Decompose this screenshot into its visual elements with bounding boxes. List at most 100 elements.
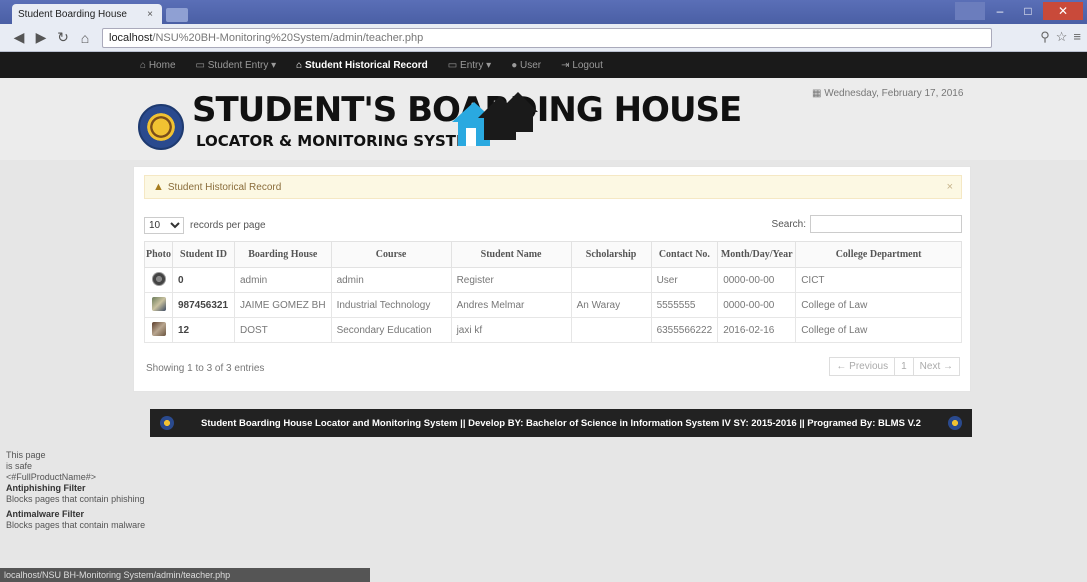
student-id-cell: 12 <box>172 317 235 343</box>
nav-logout[interactable]: ⇥ Logout <box>561 60 603 71</box>
col-student-name[interactable]: Student Name <box>450 241 572 268</box>
col-student-id[interactable]: Student ID <box>172 241 235 268</box>
next-page-button[interactable]: Next → <box>912 357 960 376</box>
tab-title: Student Boarding House <box>18 8 127 20</box>
logout-icon: ⇥ <box>561 59 573 71</box>
security-overlay: This page is safe <#FullProductName#> An… <box>6 450 145 531</box>
scholarship-cell <box>570 317 652 343</box>
col-scholarship[interactable]: Scholarship <box>570 241 652 268</box>
student-id-cell: 987456321 <box>172 292 235 318</box>
date-cell: 0000-00-00 <box>717 292 797 318</box>
previous-page-button[interactable]: ← Previous <box>829 357 896 376</box>
home-icon: ⌂ <box>140 59 149 71</box>
caret-down-icon: ▾ <box>483 59 492 71</box>
student-records-table: Photo Student ID Boarding House Course S… <box>144 241 962 343</box>
toolbar-actions: ⚲ ☆ ≡ <box>1040 29 1081 45</box>
nav-student-entry[interactable]: ▭ Student Entry ▾ <box>196 60 277 71</box>
profile-button[interactable] <box>955 2 985 20</box>
nav-home-label: Home <box>148 59 176 71</box>
boarding-house-cell: admin <box>234 267 332 293</box>
student-name-cell: jaxi kf <box>450 317 572 343</box>
nav-home[interactable]: ⌂ Home <box>140 60 176 71</box>
browser-status-bar: localhost/NSU BH-Monitoring System/admin… <box>0 568 370 582</box>
warning-icon: ▲ <box>153 181 164 193</box>
menu-icon[interactable]: ≡ <box>1073 29 1081 45</box>
browser-tabstrip: Student Boarding House × ‒ □ ✕ <box>0 0 1087 24</box>
university-seal-logo <box>138 104 184 150</box>
col-date[interactable]: Month/Day/Year <box>717 241 797 268</box>
tab-close-icon[interactable]: × <box>144 9 156 20</box>
department-cell: College of Law <box>795 317 962 343</box>
bookmark-star-icon[interactable]: ☆ <box>1056 29 1068 45</box>
department-cell: CICT <box>795 267 962 293</box>
panel-heading-title: Student Historical Record <box>167 181 282 193</box>
scholarship-cell: An Waray <box>570 292 652 318</box>
panel-heading: ▲ Student Historical Record × <box>144 175 962 199</box>
back-button[interactable]: ◀ <box>8 29 30 46</box>
course-cell: admin <box>330 267 452 293</box>
date-cell: 0000-00-00 <box>717 267 797 293</box>
photo-cell <box>144 267 173 293</box>
safe-line-1: This page <box>6 450 46 460</box>
col-photo[interactable]: Photo <box>144 241 173 268</box>
datatable-controls: 10 records per page Search: <box>144 215 962 237</box>
site-footer: Student Boarding House Locator and Monit… <box>150 409 972 437</box>
contact-cell: User <box>650 267 719 293</box>
table-header-row: Photo Student ID Boarding House Course S… <box>144 241 962 268</box>
student-photo <box>151 321 166 336</box>
photo-cell <box>144 292 173 318</box>
col-boarding-house[interactable]: Boarding House <box>234 241 332 268</box>
seal-icon <box>948 416 962 430</box>
search-input[interactable] <box>810 215 962 233</box>
nav-student-historical-record[interactable]: ⌂ Student Historical Record <box>296 60 428 71</box>
browser-toolbar: ◀ ▶ ↻ ⌂ localhost /NSU%20BH-Monitoring%2… <box>0 24 1087 52</box>
close-window-button[interactable]: ✕ <box>1043 2 1083 20</box>
page-size-select[interactable]: 10 <box>144 217 184 234</box>
browser-tab[interactable]: Student Boarding House × <box>12 4 162 24</box>
table-info: Showing 1 to 3 of 3 entries <box>146 363 265 374</box>
page-size-label: records per page <box>190 220 266 231</box>
new-tab-button[interactable] <box>166 8 188 22</box>
contact-cell: 5555555 <box>650 292 719 318</box>
department-cell: College of Law <box>795 292 962 318</box>
header-date: ▦ Wednesday, February 17, 2016 <box>812 88 963 99</box>
caret-down-icon: ▾ <box>268 59 277 71</box>
col-department[interactable]: College Department <box>795 241 962 268</box>
home-button[interactable]: ⌂ <box>74 30 96 46</box>
site-navbar: ⌂ Home ▭ Student Entry ▾ ⌂ Student Histo… <box>0 52 1087 78</box>
student-photo <box>151 296 166 311</box>
zoom-icon[interactable]: ⚲ <box>1040 29 1050 45</box>
col-course[interactable]: Course <box>330 241 452 268</box>
antiphishing-desc: Blocks pages that contain phishing <box>6 494 145 504</box>
boarding-house-cell: DOST <box>234 317 332 343</box>
search-label: Search: <box>771 218 806 230</box>
course-cell: Secondary Education <box>330 317 452 343</box>
boarding-house-cell: JAIME GOMEZ BH <box>234 292 332 318</box>
records-panel: ▲ Student Historical Record × 10 records… <box>133 166 971 392</box>
student-name-cell: Andres Melmar <box>450 292 572 318</box>
address-bar[interactable]: localhost /NSU%20BH-Monitoring%20System/… <box>102 28 992 48</box>
nav-user-label: User <box>520 59 542 71</box>
calendar-icon: ▦ <box>812 88 825 99</box>
page-1-button[interactable]: 1 <box>894 357 914 376</box>
course-cell: Industrial Technology <box>330 292 452 318</box>
footer-text: Student Boarding House Locator and Monit… <box>201 417 921 429</box>
page-size-control: 10 records per page <box>144 217 266 234</box>
col-contact[interactable]: Contact No. <box>650 241 719 268</box>
panel-close-icon[interactable]: × <box>947 181 953 193</box>
contact-cell: 6355566222 <box>650 317 719 343</box>
minimize-button[interactable]: ‒ <box>987 2 1013 20</box>
window-controls: ‒ □ ✕ <box>955 2 1083 20</box>
product-name: <#FullProductName#> <box>6 472 97 482</box>
url-host: localhost <box>109 32 153 44</box>
maximize-button[interactable]: □ <box>1015 2 1041 20</box>
list-icon: ▭ <box>447 59 461 71</box>
nav-logout-label: Logout <box>572 59 603 71</box>
nav-entry[interactable]: ▭ Entry ▾ <box>448 60 491 71</box>
nav-user[interactable]: ● User <box>511 60 541 71</box>
url-path: /NSU%20BH-Monitoring%20System/admin/teac… <box>152 32 424 44</box>
student-photo <box>151 271 166 286</box>
forward-button[interactable]: ▶ <box>30 29 52 46</box>
antimalware-desc: Blocks pages that contain malware <box>6 520 146 530</box>
reload-button[interactable]: ↻ <box>52 29 74 46</box>
